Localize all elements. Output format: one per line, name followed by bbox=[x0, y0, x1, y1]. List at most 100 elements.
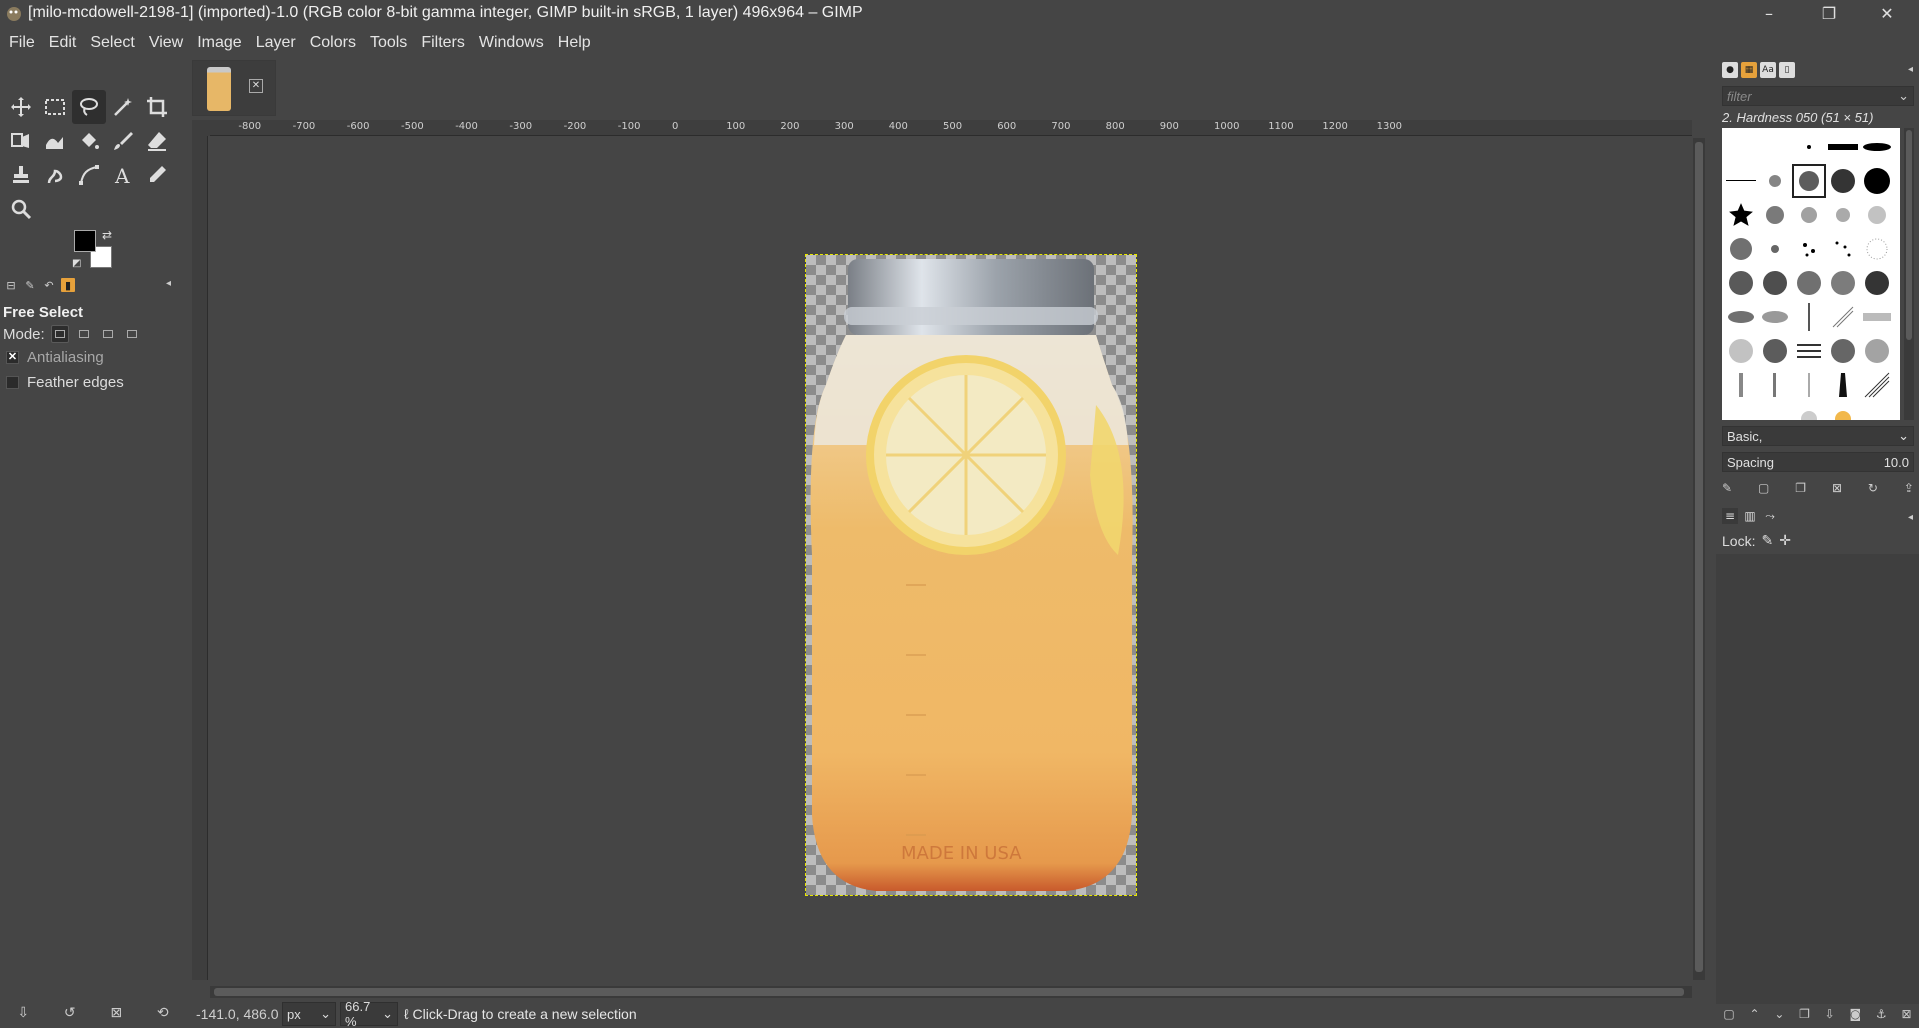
brush-item[interactable] bbox=[1758, 130, 1792, 164]
new-layer-icon[interactable]: ▢ bbox=[1723, 1007, 1734, 1021]
brush-item[interactable] bbox=[1826, 334, 1860, 368]
menu-colors[interactable]: Colors bbox=[303, 34, 363, 52]
warp-transform-tool-icon[interactable] bbox=[38, 124, 72, 158]
menu-select[interactable]: Select bbox=[83, 34, 141, 52]
menu-filters[interactable]: Filters bbox=[414, 34, 472, 52]
save-options-icon[interactable]: ⇩ bbox=[17, 1005, 29, 1021]
documents-tab-icon[interactable]: ▯ bbox=[1779, 62, 1795, 78]
unit-select[interactable]: px ⌄ bbox=[282, 1002, 336, 1026]
brush-item[interactable] bbox=[1724, 164, 1758, 198]
brush-item[interactable] bbox=[1826, 198, 1860, 232]
close-image-tab-icon[interactable]: ✕ bbox=[249, 79, 263, 93]
brush-item[interactable] bbox=[1860, 232, 1894, 266]
brush-item[interactable] bbox=[1758, 164, 1792, 198]
configure-tab-icon[interactable]: ◂ bbox=[1908, 64, 1913, 75]
mode-add-button[interactable] bbox=[75, 325, 93, 343]
configure-tab-icon[interactable]: ◂ bbox=[166, 278, 178, 290]
brush-item[interactable] bbox=[1860, 300, 1894, 334]
brush-item[interactable] bbox=[1758, 402, 1792, 420]
fonts-tab-icon[interactable]: Aa bbox=[1760, 62, 1776, 78]
brush-grid-scrollbar[interactable] bbox=[1904, 128, 1914, 420]
lower-layer-icon[interactable]: ⌄ bbox=[1774, 1007, 1784, 1021]
menu-tools[interactable]: Tools bbox=[363, 34, 414, 52]
brush-item[interactable] bbox=[1792, 198, 1826, 232]
brush-item[interactable] bbox=[1792, 130, 1826, 164]
fuzzy-select-tool-icon[interactable] bbox=[106, 90, 140, 124]
delete-brush-icon[interactable]: ⊠ bbox=[1832, 481, 1842, 495]
brush-item[interactable] bbox=[1860, 402, 1894, 420]
layer-mask-icon[interactable]: ◙ bbox=[1850, 1007, 1862, 1021]
reset-colors-icon[interactable]: ◩ bbox=[72, 258, 81, 269]
brushes-tab-icon[interactable]: ● bbox=[1722, 62, 1738, 78]
brush-item[interactable] bbox=[1826, 232, 1860, 266]
device-status-tab-icon[interactable]: ✎ bbox=[23, 278, 37, 292]
mode-subtract-button[interactable] bbox=[99, 325, 117, 343]
spacing-spinbox[interactable]: Spacing 10.0 bbox=[1722, 452, 1914, 472]
feather-edges-row[interactable]: Feather edges bbox=[0, 370, 186, 395]
lock-position-icon[interactable]: ✛ bbox=[1779, 532, 1791, 549]
brush-item[interactable] bbox=[1792, 300, 1826, 334]
move-tool-icon[interactable] bbox=[4, 90, 38, 124]
menu-image[interactable]: Image bbox=[190, 34, 248, 52]
horizontal-ruler[interactable]: -800 -700 -600 -500 -400 -300 -200 -100 0 100 200 3… bbox=[210, 120, 1692, 136]
foreground-color-swatch[interactable] bbox=[74, 230, 96, 252]
brush-item[interactable] bbox=[1860, 164, 1894, 198]
brush-item[interactable] bbox=[1758, 334, 1792, 368]
raise-layer-icon[interactable]: ⌃ bbox=[1749, 1007, 1759, 1021]
rect-select-tool-icon[interactable] bbox=[38, 90, 72, 124]
menu-windows[interactable]: Windows bbox=[472, 34, 551, 52]
brush-item[interactable] bbox=[1724, 300, 1758, 334]
mode-replace-button[interactable] bbox=[50, 325, 69, 343]
brush-item[interactable] bbox=[1792, 402, 1826, 420]
duplicate-layer-icon[interactable]: ❐ bbox=[1799, 1007, 1810, 1021]
free-select-tool-icon[interactable] bbox=[72, 90, 106, 124]
color-picker-tool-icon[interactable] bbox=[140, 158, 174, 192]
brush-item[interactable] bbox=[1758, 266, 1792, 300]
merge-layer-icon[interactable]: ⇩ bbox=[1825, 1007, 1835, 1021]
open-brush-icon[interactable]: ⇪ bbox=[1904, 481, 1914, 495]
layers-tab-icon[interactable]: ≡ bbox=[1722, 508, 1738, 524]
lock-pixels-icon[interactable]: ✎ bbox=[1761, 532, 1773, 549]
brush-item[interactable] bbox=[1724, 368, 1758, 402]
brush-item[interactable] bbox=[1724, 402, 1758, 420]
image-tab[interactable]: ✕ bbox=[192, 60, 276, 116]
brush-item[interactable] bbox=[1724, 334, 1758, 368]
feather-edges-checkbox[interactable] bbox=[6, 376, 19, 389]
brush-item[interactable] bbox=[1724, 266, 1758, 300]
eraser-tool-icon[interactable] bbox=[140, 124, 174, 158]
antialiasing-checkbox[interactable]: ✕ bbox=[6, 351, 19, 364]
text-tool-icon[interactable]: A bbox=[106, 158, 140, 192]
bucket-fill-tool-icon[interactable] bbox=[72, 124, 106, 158]
clone-tool-icon[interactable] bbox=[4, 158, 38, 192]
menu-edit[interactable]: Edit bbox=[42, 34, 84, 52]
brush-item[interactable] bbox=[1860, 368, 1894, 402]
images-tab-icon[interactable]: ▮ bbox=[61, 278, 75, 292]
brush-preset-select[interactable]: Basic, ⌄ bbox=[1722, 426, 1914, 446]
swap-colors-icon[interactable]: ⇄ bbox=[102, 228, 112, 242]
unified-transform-tool-icon[interactable] bbox=[4, 124, 38, 158]
mode-intersect-button[interactable] bbox=[123, 325, 141, 343]
vertical-scrollbar[interactable] bbox=[1693, 138, 1705, 980]
brush-item[interactable] bbox=[1860, 130, 1894, 164]
paths-tool-icon[interactable] bbox=[72, 158, 106, 192]
refresh-brushes-icon[interactable]: ↻ bbox=[1868, 481, 1878, 495]
brush-item[interactable] bbox=[1826, 402, 1860, 420]
undo-history-tab-icon[interactable]: ↶ bbox=[42, 278, 56, 292]
patterns-tab-icon[interactable]: ▦ bbox=[1741, 62, 1757, 78]
brush-item-selected[interactable] bbox=[1792, 164, 1826, 198]
brush-item[interactable] bbox=[1860, 198, 1894, 232]
antialiasing-row[interactable]: ✕ Antialiasing bbox=[0, 345, 186, 370]
channels-tab-icon[interactable]: ▥ bbox=[1742, 508, 1758, 524]
brush-item[interactable] bbox=[1758, 300, 1792, 334]
brush-item[interactable] bbox=[1724, 232, 1758, 266]
brush-item[interactable] bbox=[1826, 368, 1860, 402]
brush-item[interactable] bbox=[1860, 266, 1894, 300]
close-button[interactable]: ✕ bbox=[1858, 0, 1916, 26]
image-layer[interactable]: MADE IN USA bbox=[805, 254, 1137, 896]
crop-tool-icon[interactable] bbox=[140, 90, 174, 124]
brush-item[interactable] bbox=[1724, 130, 1758, 164]
ruler-corner[interactable] bbox=[192, 120, 210, 136]
edit-brush-icon[interactable]: ✎ bbox=[1722, 481, 1732, 495]
image-canvas[interactable]: MADE IN USA bbox=[210, 137, 1692, 980]
reset-options-icon[interactable]: ⟲ bbox=[157, 1005, 169, 1021]
